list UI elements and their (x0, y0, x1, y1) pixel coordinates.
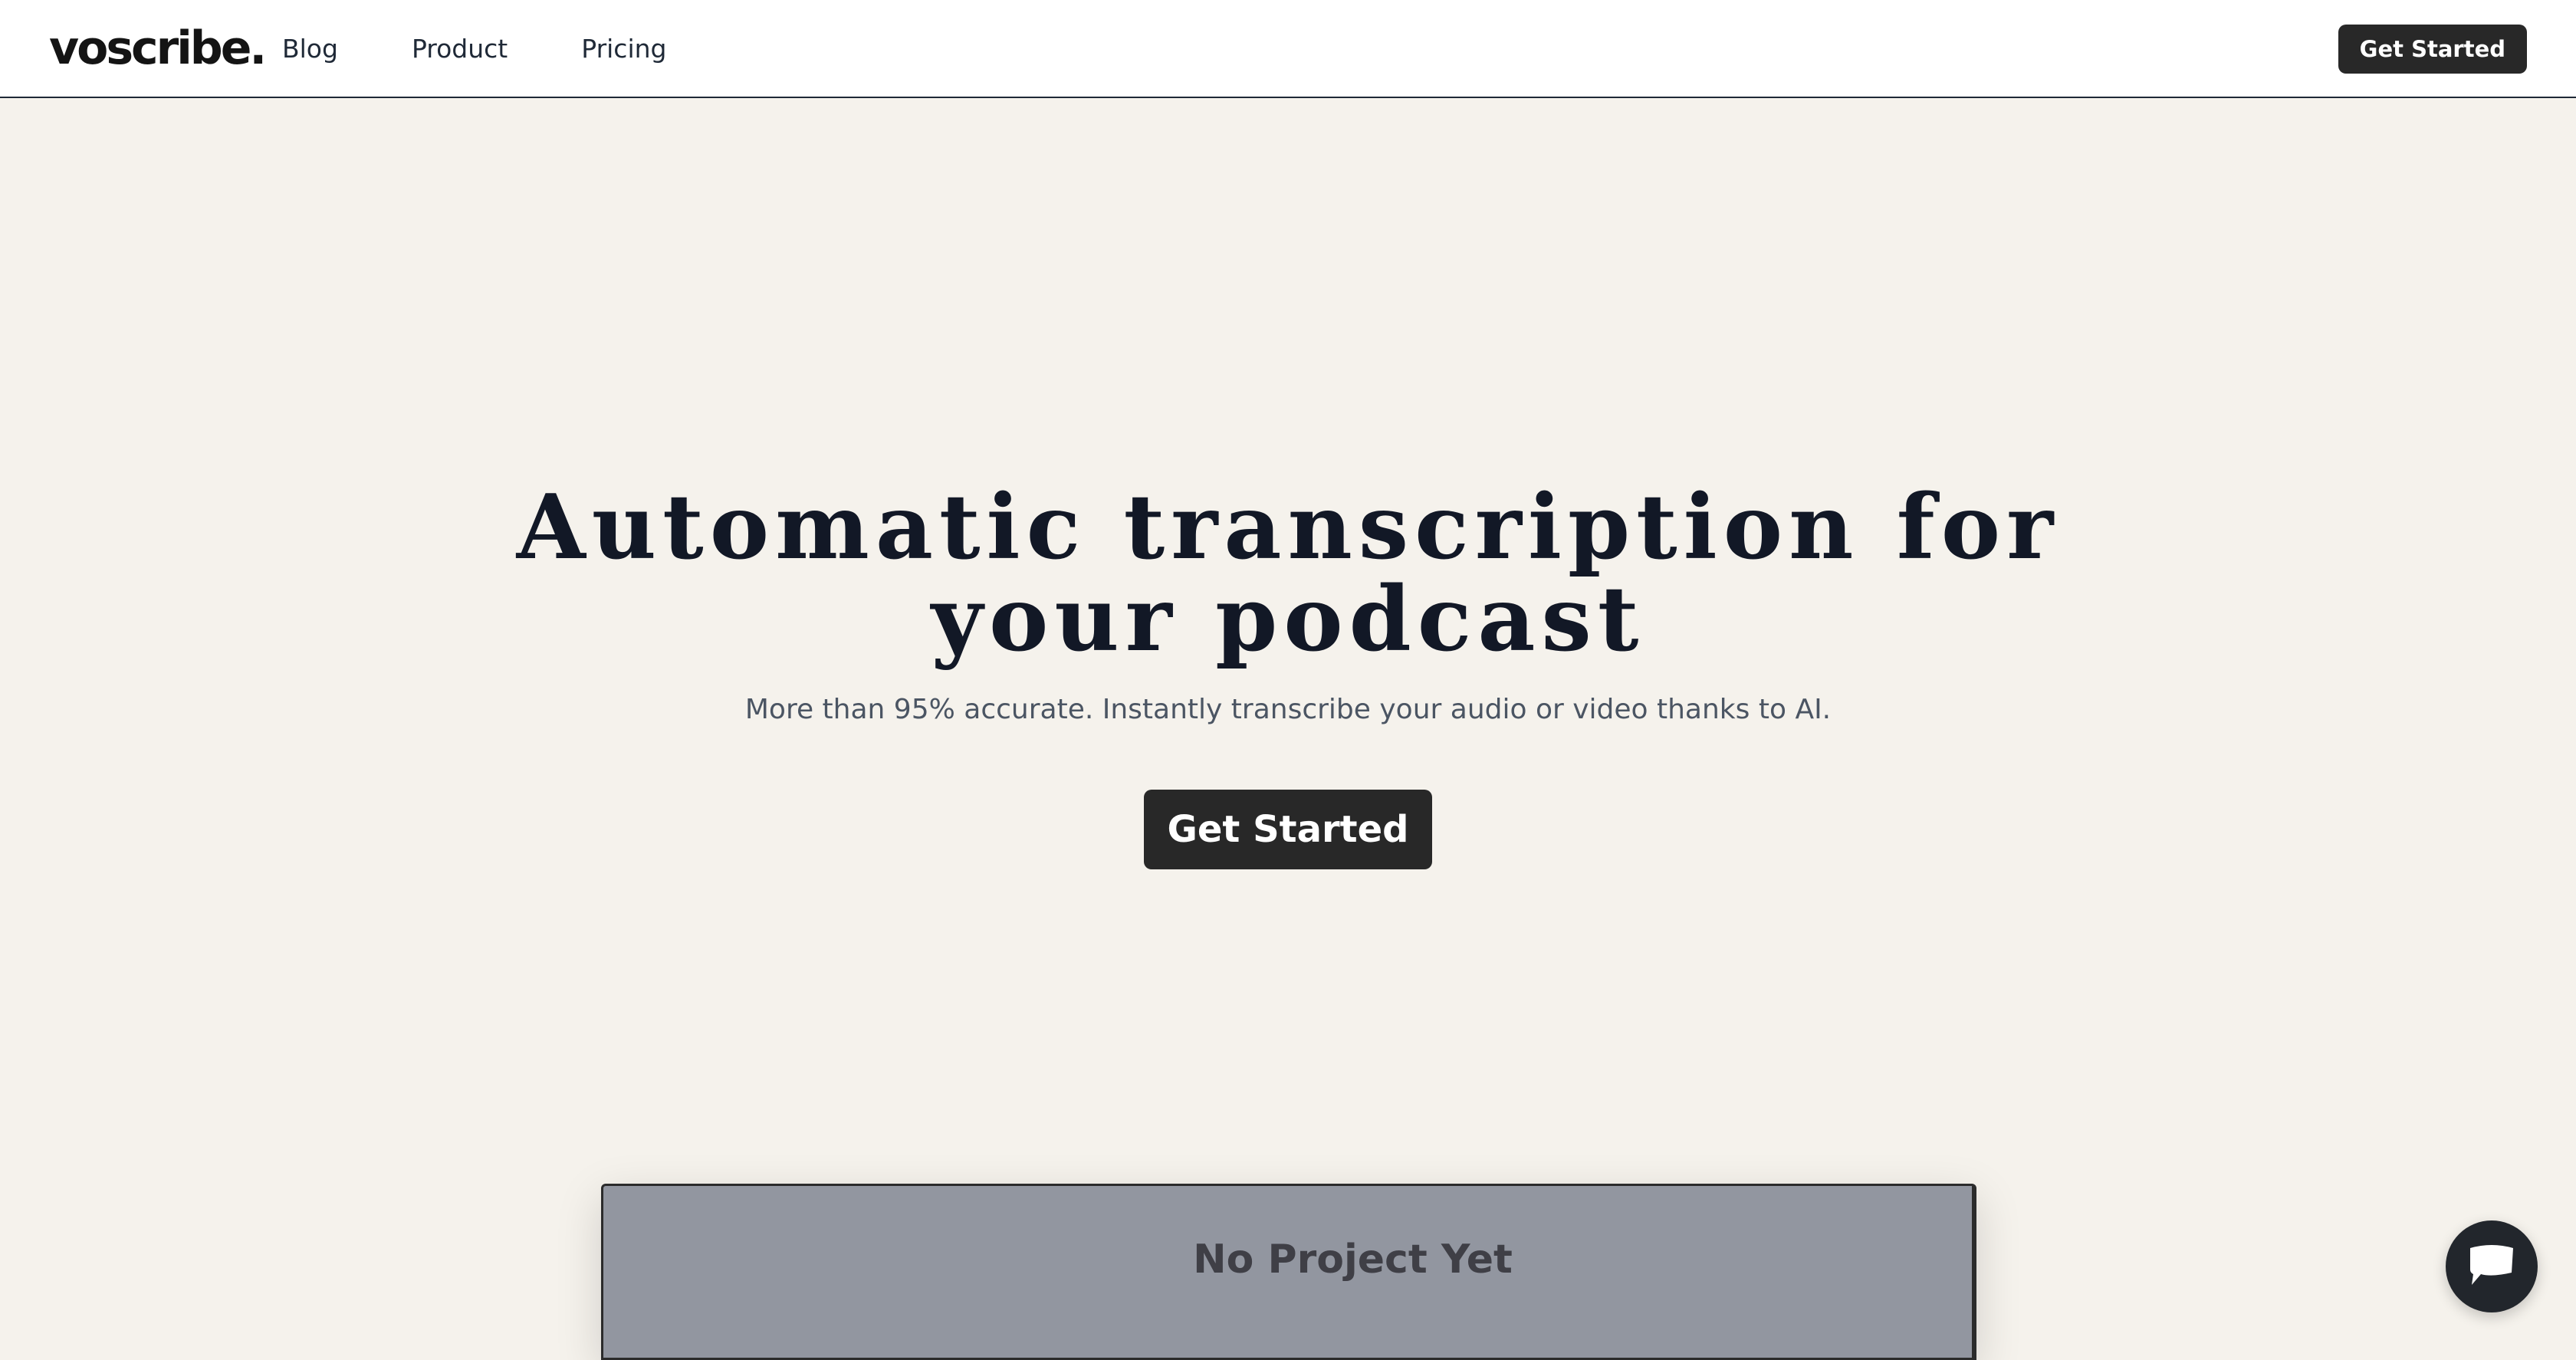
nav-link-pricing[interactable]: Pricing (581, 26, 666, 72)
app-preview-panel: No Project Yet (601, 1184, 1976, 1360)
hero-title: Automatic transcription for your podcast (516, 475, 2060, 672)
nav-link-blog[interactable]: Blog (282, 26, 338, 72)
nav-get-started-button[interactable]: Get Started (2338, 25, 2527, 74)
hero-section: Automatic transcription for your podcast… (0, 98, 2576, 869)
chat-launcher-button[interactable] (2446, 1220, 2538, 1312)
brand-logo[interactable]: voscribe. (49, 14, 267, 83)
hero-get-started-button[interactable]: Get Started (1144, 790, 1432, 869)
hero-subtitle: More than 95% accurate. Instantly transc… (744, 694, 1832, 725)
nav-links: Blog Product Pricing (282, 26, 740, 72)
empty-state-title: No Project Yet (1193, 1237, 1513, 1283)
top-navbar: voscribe. Blog Product Pricing Get Start… (0, 0, 2576, 98)
chat-bubble-icon (2470, 1245, 2513, 1285)
nav-link-product[interactable]: Product (412, 26, 508, 72)
